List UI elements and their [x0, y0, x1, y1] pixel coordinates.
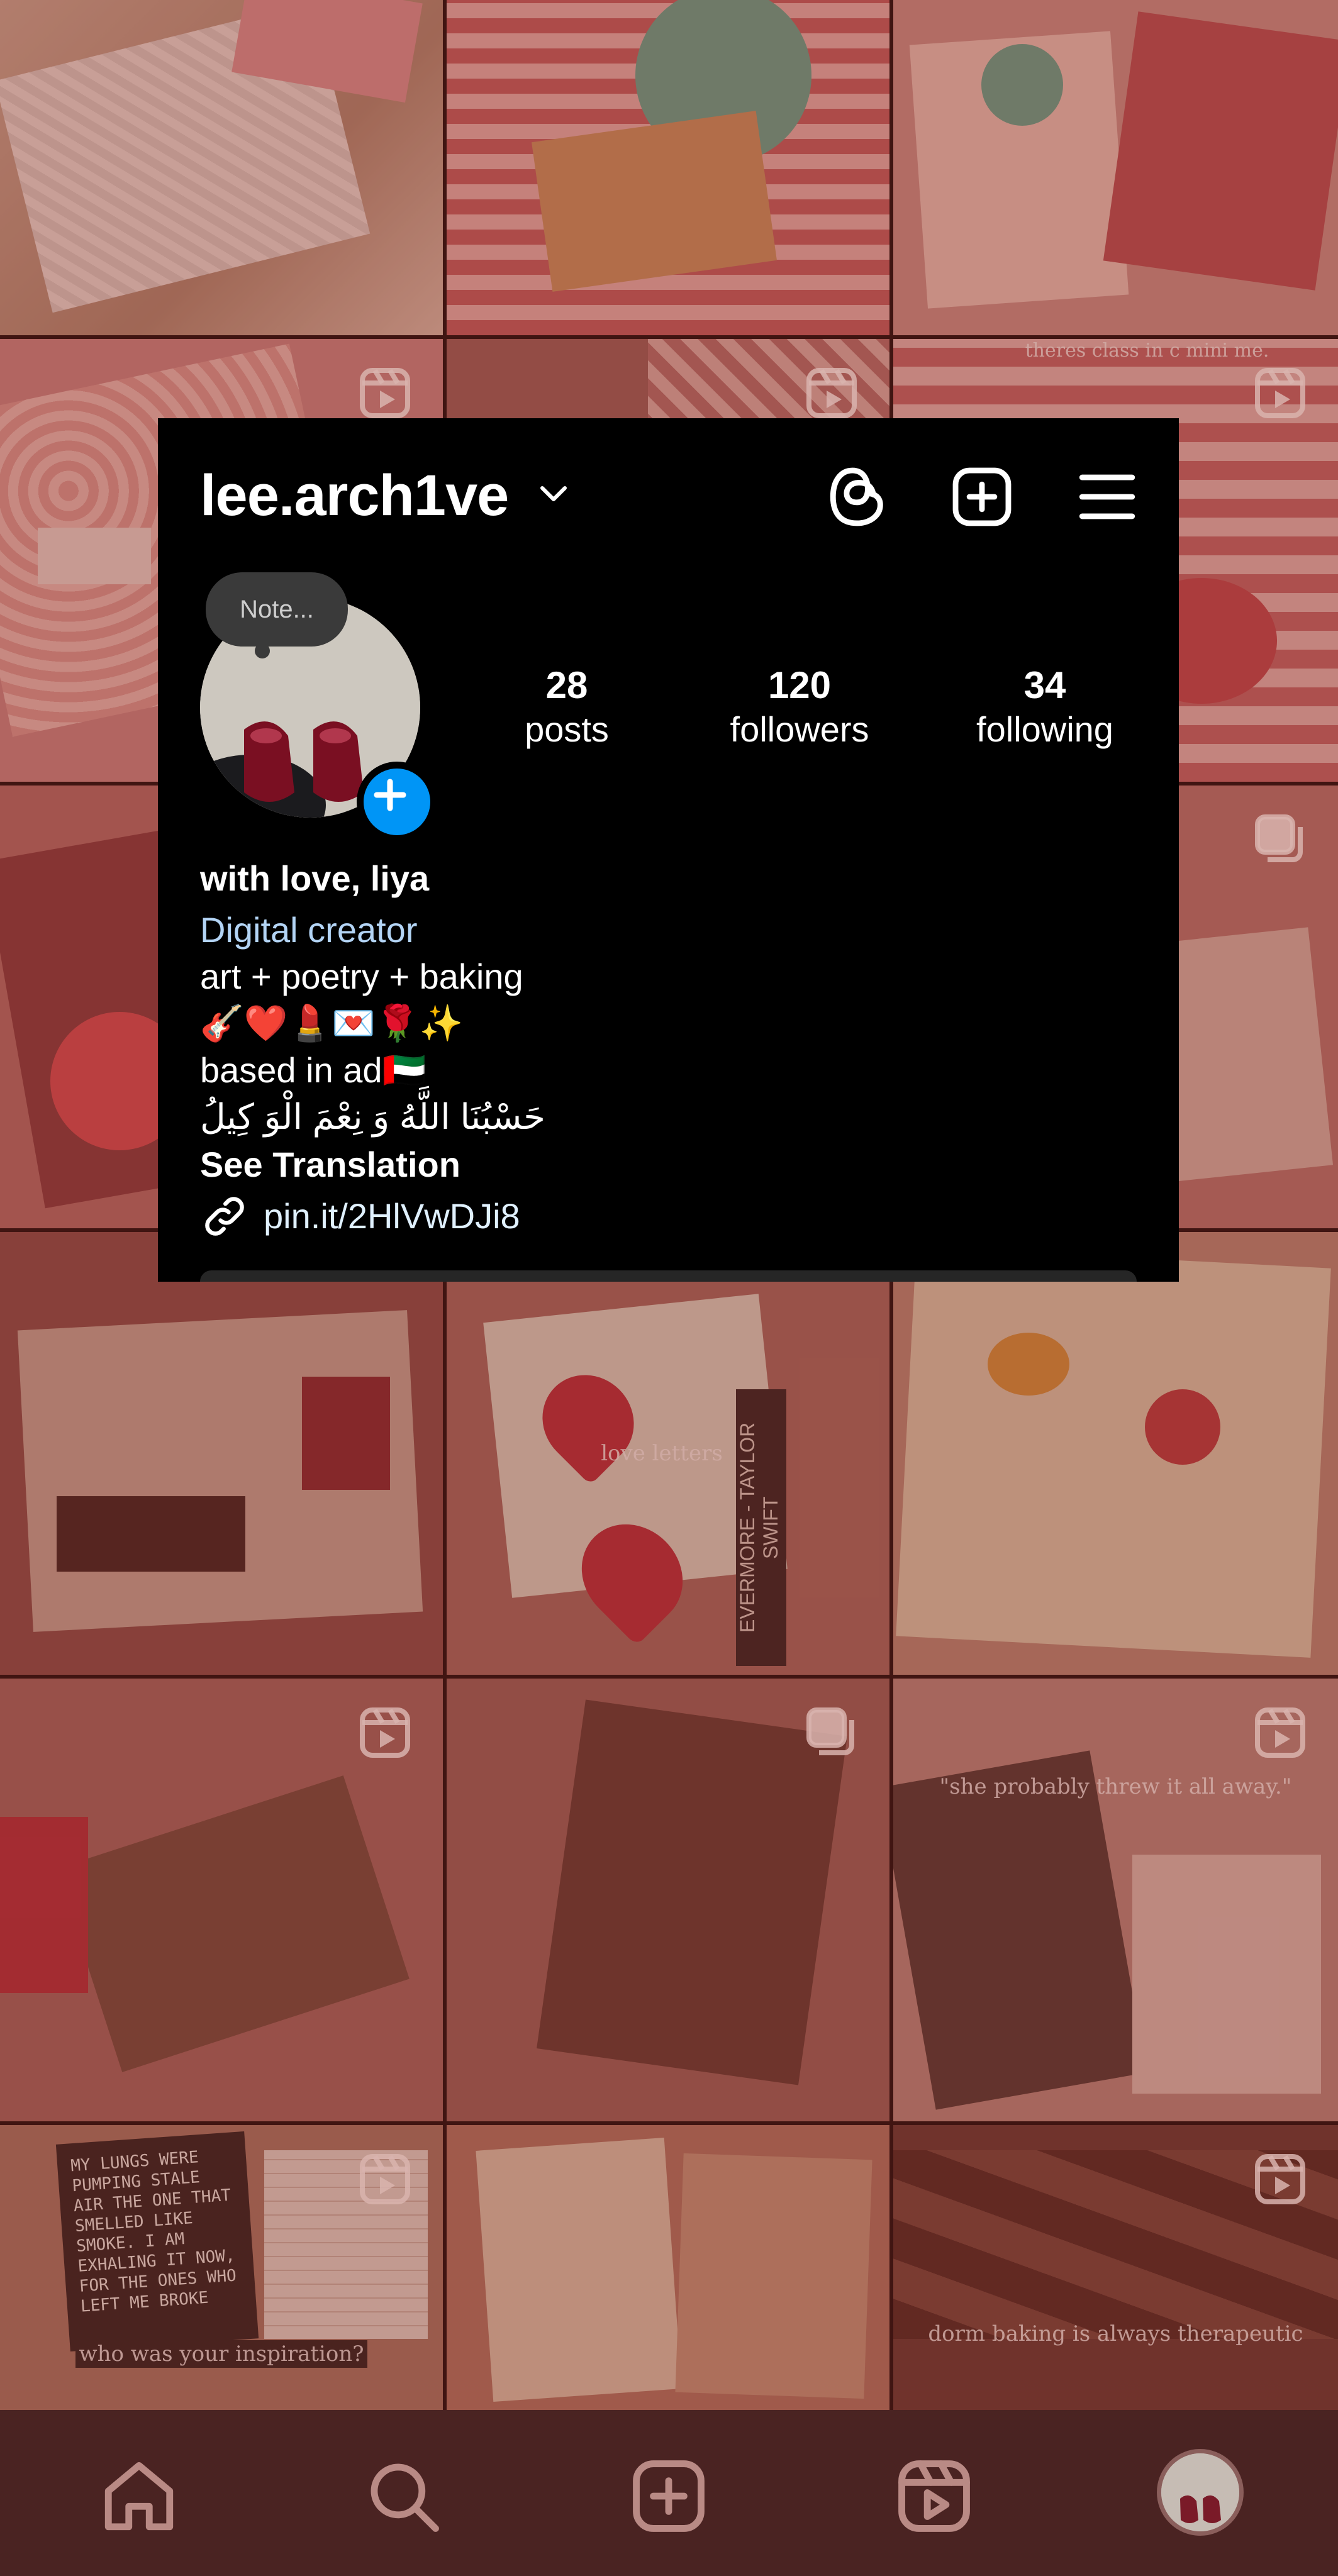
- stat-followers[interactable]: 120 followers: [699, 663, 900, 752]
- bio-line: حَسْبُنَا اللَّهُ وَ نِعْمَ الْوَ كِيلُ: [200, 1097, 545, 1136]
- followers-label: followers: [730, 709, 869, 749]
- note-bubble-tail: [255, 643, 270, 658]
- create-post-icon[interactable]: [949, 464, 1015, 530]
- home-icon[interactable]: [98, 2455, 180, 2537]
- search-icon[interactable]: [362, 2455, 444, 2537]
- following-label: following: [976, 709, 1113, 749]
- profile-link[interactable]: pin.it/2HlVwDJi8: [264, 1193, 520, 1240]
- bio-line: 🎸❤️💄💌🌹✨: [200, 1003, 464, 1043]
- followers-count: 120: [767, 664, 832, 706]
- chevron-down-icon[interactable]: [538, 484, 569, 505]
- bio-line: art + poetry + baking: [200, 957, 523, 996]
- plus-icon: [374, 779, 406, 811]
- posts-count: 28: [545, 664, 588, 706]
- reels-icon[interactable]: [893, 2455, 975, 2537]
- note-bubble[interactable]: Note...: [206, 572, 348, 647]
- link-icon: [205, 1197, 244, 1236]
- stat-posts[interactable]: 28 posts: [479, 663, 655, 752]
- stat-following[interactable]: 34 following: [944, 663, 1146, 752]
- menu-icon[interactable]: [1074, 464, 1140, 530]
- display-name: with love, liya: [200, 858, 430, 898]
- create-icon[interactable]: [628, 2455, 710, 2537]
- following-count: 34: [1023, 664, 1066, 706]
- username[interactable]: lee.arch1ve: [200, 461, 509, 530]
- category-label[interactable]: Digital creator: [200, 907, 417, 953]
- avatar-photo: [1161, 2453, 1239, 2531]
- see-translation-button[interactable]: See Translation: [200, 1141, 460, 1188]
- posts-label: posts: [525, 709, 609, 749]
- threads-icon[interactable]: [825, 464, 891, 530]
- profile-avatar[interactable]: [1157, 2449, 1244, 2536]
- card-edge: [200, 1270, 1137, 1282]
- bio-line: based in ad🇦🇪: [200, 1050, 426, 1090]
- bottom-nav: [0, 2410, 1338, 2576]
- profile-card: lee.arch1ve Note... 28 posts 120 followe…: [158, 418, 1179, 1282]
- add-story-button[interactable]: [357, 762, 437, 842]
